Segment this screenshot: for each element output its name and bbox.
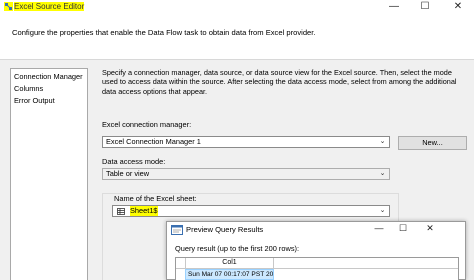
connection-manager-value: Excel Connection Manager 1 [106, 137, 201, 146]
access-mode-select[interactable]: Table or view ⌄ [102, 168, 390, 180]
close-button[interactable]: ✕ [446, 0, 470, 14]
connection-manager-label: Excel connection manager: [102, 120, 192, 129]
new-button[interactable]: New... [398, 136, 467, 150]
page-navigation: Connection Manager Columns Error Output [10, 68, 88, 280]
connection-description: Specify a connection manager, data sourc… [102, 68, 457, 96]
window-title: Excel Source Editor [14, 2, 85, 11]
description-panel: Configure the properties that enable the… [0, 14, 474, 60]
access-mode-value: Table or view [106, 169, 150, 178]
nav-item-connection-manager[interactable]: Connection Manager [14, 72, 83, 81]
preview-title: Preview Query Results [186, 225, 264, 234]
dialog-description: Configure the properties that enable the… [12, 28, 316, 37]
table-cell[interactable]: Sun Mar 07 00:17:07 PST 2021 [185, 269, 274, 280]
table-icon [117, 208, 125, 215]
grid-header: Col1 [176, 258, 458, 269]
access-mode-label: Data access mode: [102, 157, 166, 166]
chevron-down-icon: ⌄ [379, 170, 386, 177]
column-header[interactable]: Col1 [185, 258, 274, 269]
sheet-label: Name of the Excel sheet: [114, 194, 197, 203]
nav-item-columns[interactable]: Columns [14, 84, 43, 93]
results-grid[interactable]: Col1 Sun Mar 07 00:17:07 PST 2021 [175, 257, 459, 280]
sheet-select[interactable]: Sheet1$ ⌄ [112, 205, 390, 217]
preview-minimize-button[interactable]: — [369, 222, 389, 236]
nav-item-error-output[interactable]: Error Output [14, 96, 55, 105]
chevron-down-icon: ⌄ [379, 207, 386, 214]
preview-icon [171, 225, 183, 235]
title-bar: Excel Source Editor — ☐ ✕ [0, 0, 474, 14]
minimize-button[interactable]: — [382, 0, 406, 14]
chevron-down-icon: ⌄ [379, 138, 386, 145]
preview-close-button[interactable]: ✕ [420, 222, 440, 236]
query-result-label: Query result (up to the first 200 rows): [175, 244, 300, 253]
preview-query-results-window: Preview Query Results — ☐ ✕ Query result… [166, 221, 466, 280]
connection-manager-select[interactable]: Excel Connection Manager 1 ⌄ [102, 136, 390, 148]
table-row[interactable]: Sun Mar 07 00:17:07 PST 2021 [176, 269, 458, 280]
sheet-value: Sheet1$ [130, 206, 158, 216]
preview-maximize-button[interactable]: ☐ [393, 222, 413, 236]
ssis-icon [4, 2, 13, 11]
maximize-button[interactable]: ☐ [413, 0, 437, 14]
